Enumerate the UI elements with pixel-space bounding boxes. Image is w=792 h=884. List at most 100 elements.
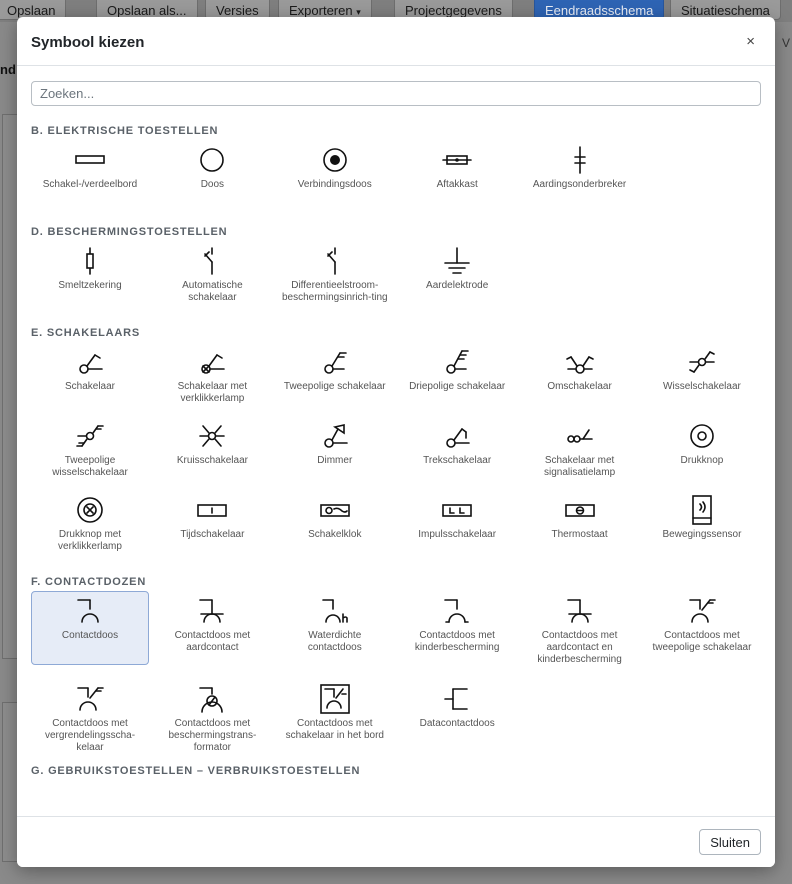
symbol-label: Schakelaar (64, 381, 116, 392)
symbol-option-impulsschakelaar[interactable]: Impulsschakelaar (398, 490, 516, 564)
close-icon[interactable]: × (746, 33, 755, 50)
symbol-grid: Schakelaar Schakelaar met verklikkerlamp T… (31, 342, 761, 564)
symbol-option-contactdoos-met-schakelaar-in-het-bord[interactable]: Contactdoos met schakelaar in het bord (276, 679, 394, 753)
double-pole-switch-icon (320, 347, 350, 377)
symbol-option-contactdoos[interactable]: Contactdoos (31, 591, 149, 665)
symbol-label: Contactdoos (61, 630, 119, 641)
section-title: D. BESCHERMINGSTOESTELLEN (31, 226, 228, 238)
symbol-grid: Smeltzekering Automatische schakelaar Diff… (31, 241, 761, 315)
symbol-option-contactdoos-met-beschermingstrans-formator[interactable]: Contactdoos met beschermingstrans-format… (153, 679, 271, 753)
close-button[interactable]: Sluiten (699, 829, 761, 855)
symbol-option-schakelaar-met-verklikkerlamp[interactable]: Schakelaar met verklikkerlamp (153, 342, 271, 416)
symbol-option-trekschakelaar[interactable]: Trekschakelaar (398, 416, 516, 490)
symbol-option-verbindingsdoos[interactable]: Verbindingsdoos (276, 140, 394, 214)
circuit-breaker-icon (197, 246, 227, 276)
symbol-label: Datacontactdoos (419, 718, 495, 729)
distribution-board-icon (75, 145, 105, 175)
symbol-label: Contactdoos met aardcontact (174, 630, 251, 653)
section-title: E. SCHAKELAARS (31, 327, 140, 339)
symbol-option-kruisschakelaar[interactable]: Kruisschakelaar (153, 416, 271, 490)
motion-sensor-icon (687, 495, 717, 525)
symbol-option-tweepolige-wisselschakelaar[interactable]: Tweepolige wisselschakelaar (31, 416, 149, 490)
box-icon (197, 145, 227, 175)
symbol-label: Tijdschakelaar (180, 529, 245, 540)
symbol-grid: Schakel-/verdeelbord Doos Verbindingsdoos A… (31, 140, 761, 214)
symbol-option-contactdoos-met-aardcontact[interactable]: Contactdoos met aardcontact (153, 591, 271, 665)
socket-interlock-icon (75, 684, 105, 714)
symbol-label: Driepolige schakelaar (409, 381, 506, 392)
symbol-option-contactdoos-met-vergrendelingsscha-kelaar[interactable]: Contactdoos met vergrendelingsscha-kelaa… (31, 679, 149, 753)
symbol-label: Contactdoos met vergrendelingsscha-kelaa… (44, 718, 136, 753)
impulse-switch-icon (442, 495, 472, 525)
socket-transformer-icon (197, 684, 227, 714)
symbol-option-doos[interactable]: Doos (153, 140, 271, 214)
symbol-grid: Contactdoos Contactdoos met aardcontact Wa… (31, 591, 761, 753)
symbol-label: Doos (200, 179, 225, 190)
socket-board-switch-icon (319, 684, 350, 714)
push-button-lamp-icon (75, 495, 105, 525)
time-clock-icon (319, 495, 350, 525)
symbol-label: Automatische schakelaar (182, 280, 243, 303)
symbol-option-drukknop[interactable]: Drukknop (643, 416, 761, 490)
symbol-option-automatische-schakelaar[interactable]: Automatische schakelaar (153, 241, 271, 315)
bg-right-label: V (781, 36, 790, 50)
symbol-label: Tweepolige wisselschakelaar (52, 455, 128, 478)
symbol-option-aftakkast[interactable]: Aftakkast (398, 140, 516, 214)
earth-electrode-icon (442, 246, 472, 276)
symbol-sections: B. ELEKTRISCHE TOESTELLEN Schakel-/verdee… (31, 123, 761, 780)
symbol-option-smeltzekering[interactable]: Smeltzekering (31, 241, 149, 315)
symbol-option-datacontactdoos[interactable]: Datacontactdoos (398, 679, 516, 753)
dialog-title: Symbool kiezen (31, 34, 145, 51)
symbol-picker-dialog: Symbool kiezen × B. ELEKTRISCHE TOESTELL… (17, 17, 775, 867)
rcd-icon (320, 246, 350, 276)
symbol-option-aardelektrode[interactable]: Aardelektrode (398, 241, 516, 315)
symbol-label: Schakelklok (308, 529, 362, 540)
timer-switch-icon (197, 495, 228, 525)
search-input[interactable] (31, 81, 761, 106)
symbol-option-schakelaar-met-signalisatielamp[interactable]: Schakelaar met signalisatielamp (521, 416, 639, 490)
symbol-option-omschakelaar[interactable]: Omschakelaar (521, 342, 639, 416)
symbol-option-tweepolige-schakelaar[interactable]: Tweepolige schakelaar (276, 342, 394, 416)
dialog-footer: Sluiten (17, 816, 775, 867)
symbol-label: Kruisschakelaar (176, 455, 248, 466)
socket-double-switch-icon (687, 596, 717, 626)
data-socket-icon (442, 684, 472, 714)
socket-waterproof-icon (320, 596, 350, 626)
symbol-option-differentieelstroom-beschermingsinrich-ting[interactable]: Differentieelstroom-beschermingsinrich-t… (276, 241, 394, 315)
symbol-option-tijdschakelaar[interactable]: Tijdschakelaar (153, 490, 271, 564)
symbol-option-wisselschakelaar[interactable]: Wisselschakelaar (643, 342, 761, 416)
symbol-option-driepolige-schakelaar[interactable]: Driepolige schakelaar (398, 342, 516, 416)
symbol-option-aardingsonderbreker[interactable]: Aardingsonderbreker (521, 140, 639, 214)
symbol-label: Bewegingssensor (662, 529, 742, 540)
symbol-label: Schakelaar met signalisatielamp (543, 455, 616, 478)
symbol-label: Schakel-/verdeelbord (42, 179, 138, 190)
symbol-option-contactdoos-met-aardcontact-en-kinderbescherming[interactable]: Contactdoos met aardcontact en kinderbes… (521, 591, 639, 679)
symbol-label: Contactdoos met schakelaar in het bord (285, 718, 384, 741)
symbol-option-waterdichte-contactdoos[interactable]: Waterdichte contactdoos (276, 591, 394, 665)
symbol-label: Wisselschakelaar (663, 381, 741, 392)
symbol-option-schakel-verdeelbord[interactable]: Schakel-/verdeelbord (31, 140, 149, 214)
symbol-option-thermostaat[interactable]: Thermostaat (521, 490, 639, 564)
symbol-option-contactdoos-met-kinderbescherming[interactable]: Contactdoos met kinderbescherming (398, 591, 516, 665)
symbol-label: Impulsschakelaar (418, 529, 497, 540)
pull-switch-icon (442, 421, 472, 451)
symbol-option-schakelklok[interactable]: Schakelklok (276, 490, 394, 564)
push-button-icon (687, 421, 717, 451)
symbol-label: Contactdoos met kinderbescherming (414, 630, 500, 653)
symbol-option-bewegingssensor[interactable]: Bewegingssensor (643, 490, 761, 564)
symbol-label: Dimmer (317, 455, 353, 466)
switch-icon (75, 347, 105, 377)
symbol-option-dimmer[interactable]: Dimmer (276, 416, 394, 490)
dialog-header: Symbool kiezen × (17, 17, 775, 66)
symbol-option-drukknop-met-verklikkerlamp[interactable]: Drukknop met verklikkerlamp (31, 490, 149, 564)
dialog-body: B. ELEKTRISCHE TOESTELLEN Schakel-/verdee… (17, 67, 775, 816)
symbol-option-schakelaar[interactable]: Schakelaar (31, 342, 149, 416)
bg-panel-left (2, 114, 18, 659)
symbol-label: Trekschakelaar (423, 455, 492, 466)
socket-child-protection-icon (442, 596, 472, 626)
double-pole-two-way-switch-icon (75, 421, 105, 451)
symbol-label: Contactdoos met beschermingstrans-format… (168, 718, 257, 753)
cross-switch-icon (197, 421, 227, 451)
bg-side-label: nd (0, 62, 16, 77)
symbol-option-contactdoos-met-tweepolige-schakelaar[interactable]: Contactdoos met tweepolige schakelaar (643, 591, 761, 665)
